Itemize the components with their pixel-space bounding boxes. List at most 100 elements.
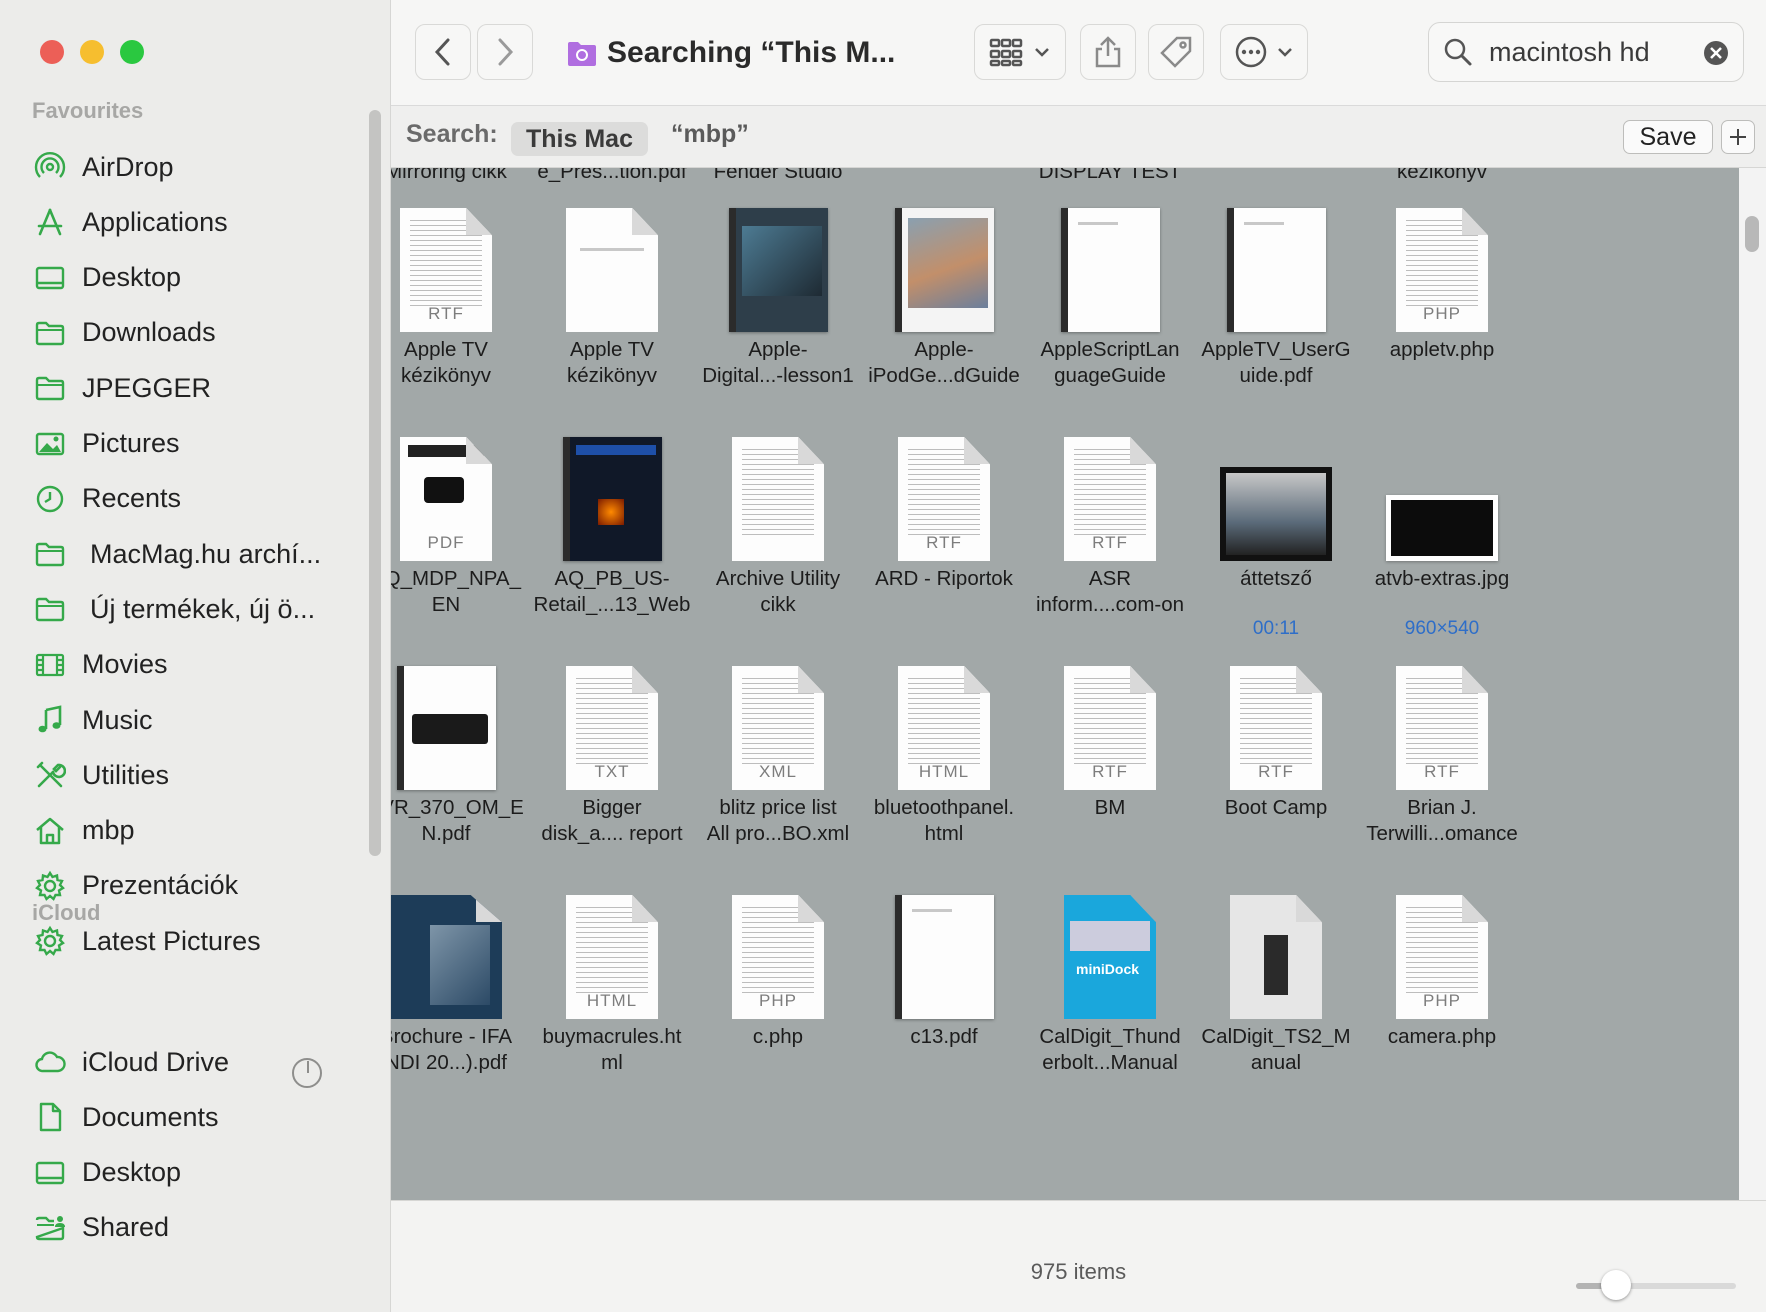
file-name: ARD - Riportok: [875, 567, 1013, 590]
file-extension-label: PHP: [1423, 304, 1461, 323]
file-grid[interactable]: Mirroring cikk e_Pres...tion.pdf Fender St…: [391, 168, 1739, 1200]
sidebar-fav-utilities[interactable]: Utilities: [34, 751, 334, 799]
file-name: Apple TV kézikönyv: [566, 338, 657, 387]
file-thumbnail: miniDock: [1017, 869, 1203, 1019]
chevron-right-icon: [498, 38, 514, 66]
file-thumbnail: RTF: [1349, 640, 1535, 790]
file-thumbnail: [685, 411, 871, 561]
file-name: AVR_370_OM_E N.pdf: [391, 796, 524, 845]
back-button[interactable]: [415, 24, 471, 80]
film-icon: [34, 649, 66, 681]
sidebar-fav-downloads[interactable]: Downloads: [34, 309, 334, 357]
close-button[interactable]: [40, 40, 64, 64]
file-name: áttetsző: [1240, 567, 1312, 590]
content-scrollbar-thumb[interactable]: [1745, 216, 1759, 252]
file-name: c.php: [752, 1025, 804, 1048]
sidebar-item-label: Downloads: [82, 317, 216, 348]
file-thumbnail: [851, 869, 1037, 1019]
sidebar-fav-mbp[interactable]: mbp: [34, 807, 334, 855]
clock-icon: [34, 483, 66, 515]
pictures-icon: [34, 428, 66, 460]
icon-size-slider[interactable]: [1576, 1270, 1736, 1300]
minimize-button[interactable]: [80, 40, 104, 64]
sidebar-item-label: Music: [82, 704, 153, 735]
sidebar-icloud-icloud-drive[interactable]: iCloud Drive: [34, 1038, 334, 1086]
sidebar-item-label: Latest Pictures: [82, 925, 261, 956]
clear-search-icon[interactable]: [1703, 40, 1729, 66]
sidebar-item-label: Desktop: [82, 1157, 182, 1188]
sidebar-item-label: Új termékek, új ö...: [90, 593, 316, 624]
file-name: Brochure - IFA NDI 20...).pdf: [391, 1025, 513, 1074]
share-button[interactable]: [1080, 24, 1136, 80]
share-icon: [1095, 36, 1121, 68]
sidebar-icloud-documents[interactable]: Documents: [34, 1093, 334, 1141]
search-icon: [1444, 38, 1472, 66]
file-thumbnail: [685, 182, 871, 332]
forward-button[interactable]: [477, 24, 533, 80]
scope-mbp-button[interactable]: “mbp”: [671, 120, 749, 149]
sidebar-fav-applications[interactable]: Applications: [34, 198, 334, 246]
action-menu-button[interactable]: [1220, 24, 1308, 80]
sidebar-icloud-desktop[interactable]: Desktop: [34, 1149, 334, 1197]
tags-button[interactable]: [1148, 24, 1204, 80]
sidebar-fav-movies[interactable]: Movies: [34, 641, 334, 689]
file-thumbnail: [1183, 411, 1369, 561]
grid-view-icon: [989, 38, 1023, 67]
sidebar-fav-macmag-hu-arch[interactable]: MacMag.hu archí...: [34, 530, 334, 578]
search-input[interactable]: macintosh hd: [1489, 37, 1650, 68]
sidebar-icloud-shared[interactable]: Shared: [34, 1204, 334, 1252]
search-scope-bar: Search: This Mac “mbp” Save: [391, 106, 1766, 168]
file-thumbnail: XML: [685, 640, 871, 790]
icon-size-slider-knob[interactable]: [1601, 1270, 1631, 1300]
file-extension-label: RTF: [1092, 762, 1128, 781]
icloud-heading: iCloud: [32, 900, 101, 925]
desktop-icon: [34, 1157, 66, 1189]
save-search-button[interactable]: Save: [1623, 120, 1713, 154]
scope-this-mac-button[interactable]: This Mac: [511, 122, 648, 156]
file-extension-label: TXT: [594, 762, 630, 781]
sidebar-item-label: Movies: [82, 649, 168, 680]
file-thumbnail: PHP: [1349, 869, 1535, 1019]
sidebar-scrollbar[interactable]: [369, 110, 381, 856]
file-extension-label: RTF: [926, 533, 962, 552]
sidebar-fav-recents[interactable]: Recents: [34, 475, 334, 523]
sidebar-item-label: JPEGGER: [82, 372, 212, 403]
file-extension-label: PHP: [759, 991, 797, 1010]
sidebar-fav-music[interactable]: Music: [34, 696, 334, 744]
chevron-down-icon: [1278, 48, 1292, 57]
shared-folder-icon: [34, 1212, 66, 1244]
zoom-button[interactable]: [120, 40, 144, 64]
search-field[interactable]: macintosh hd: [1428, 22, 1744, 82]
view-options-button[interactable]: [974, 24, 1066, 80]
content-scrollbar[interactable]: [1739, 168, 1766, 1200]
file-name: AppleTV_UserG uide.pdf: [1201, 338, 1351, 387]
chevron-left-icon: [434, 38, 450, 66]
sidebar-fav-pictures[interactable]: Pictures: [34, 420, 334, 468]
file-thumbnail: PDF: [391, 411, 539, 561]
file-thumbnail: [1017, 182, 1203, 332]
sidebar-item-label: Prezentációk: [82, 870, 239, 901]
file-thumbnail: [1349, 411, 1535, 561]
file-extension-label: RTF: [1258, 762, 1294, 781]
file-name: buymacrules.ht ml: [542, 1025, 682, 1074]
sidebar-fav-desktop[interactable]: Desktop: [34, 254, 334, 302]
file-thumbnail: HTML: [519, 869, 705, 1019]
file-extension-label: RTF: [1424, 762, 1460, 781]
file-name: CalDigit_Thund erbolt...Manual: [1039, 1025, 1181, 1074]
toolbar: Searching “This M... macintosh hd: [391, 0, 1766, 106]
file-metadata: 00:11: [1252, 618, 1300, 639]
sidebar-fav--j-term-kek-j[interactable]: Új termékek, új ö...: [34, 585, 334, 633]
sidebar-fav-airdrop[interactable]: AirDrop: [34, 143, 334, 191]
add-criteria-button[interactable]: [1721, 120, 1755, 154]
file-metadata: 960×540: [1404, 618, 1480, 639]
sidebar-item-label: Utilities: [82, 759, 170, 790]
more-icon: [1235, 36, 1267, 68]
sidebar-item-label: iCloud Drive: [82, 1046, 230, 1077]
document-icon: [34, 1101, 66, 1133]
file-thumbnail: [851, 182, 1037, 332]
file-name: ASR inform....com-on: [1035, 567, 1185, 616]
sidebar-fav-jpegger[interactable]: JPEGGER: [34, 364, 334, 412]
file-name: c13.pdf: [910, 1025, 978, 1048]
file-name: AppleScriptLan guageGuide: [1040, 338, 1180, 387]
file-name: Boot Camp: [1224, 796, 1328, 819]
